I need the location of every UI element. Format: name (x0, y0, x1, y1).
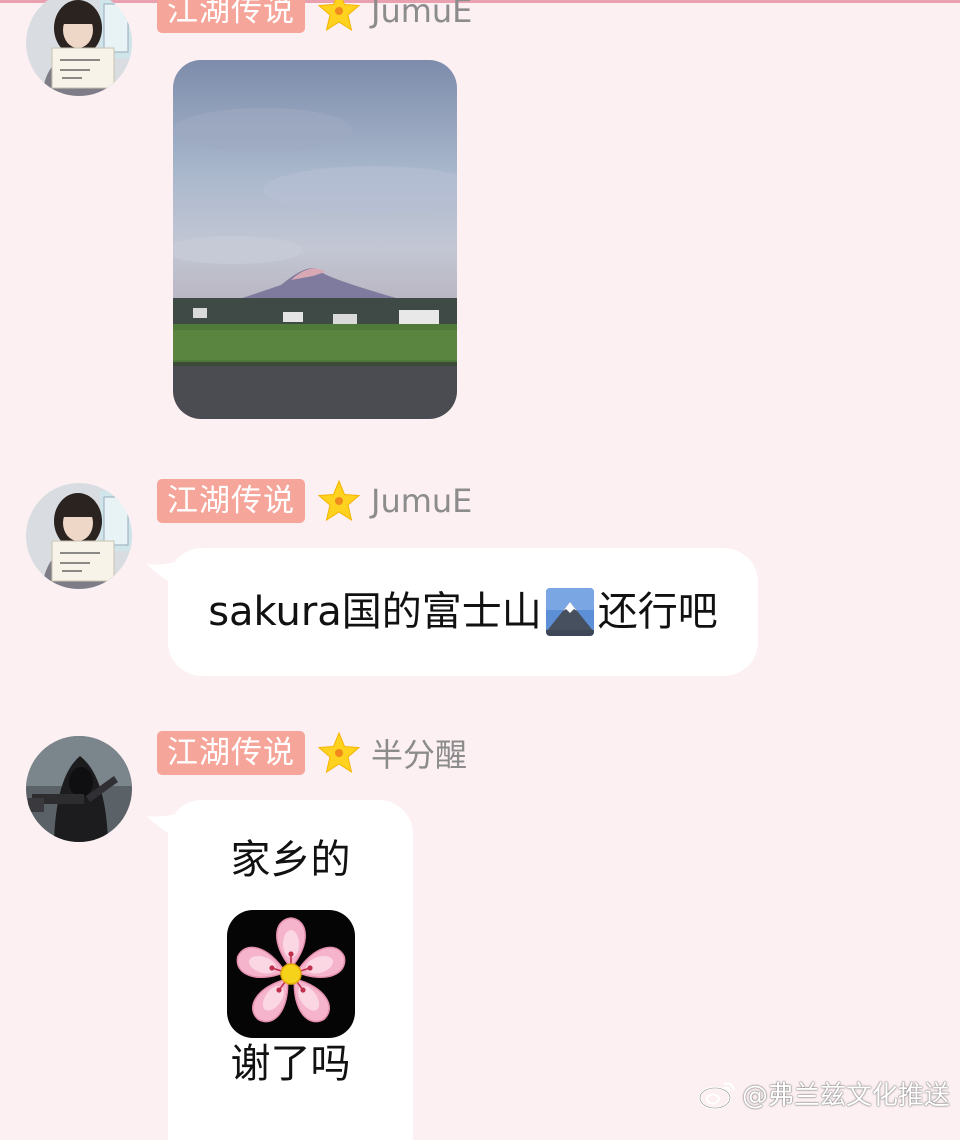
avatar[interactable] (26, 0, 132, 96)
message-line: 家乡的 (230, 837, 351, 883)
star-icon (317, 479, 361, 523)
mount-fuji-emoji (545, 588, 594, 636)
watermark: @弗兰兹文化推送 (698, 1075, 950, 1112)
message-line: 谢了吗 (230, 1041, 351, 1087)
avatar[interactable] (26, 483, 132, 589)
sender-name[interactable]: 半分醒 (371, 730, 467, 776)
star-icon (317, 0, 361, 33)
message-bubble[interactable]: sakura国的富士山 还行吧 (168, 548, 758, 676)
title-badge: 江湖传说 (157, 479, 305, 523)
avatar[interactable] (26, 736, 132, 842)
message-text-part: sakura国的富士山 (208, 589, 542, 635)
message-header: 江湖传说 半分醒 (157, 730, 467, 776)
title-badge: 江湖传说 (157, 731, 305, 775)
mount-fuji-photo[interactable] (173, 60, 457, 419)
weibo-icon (698, 1082, 736, 1109)
message-bubble[interactable]: 家乡的 谢了吗 (168, 800, 413, 1140)
message-text: sakura国的富士山 还行吧 (208, 586, 718, 638)
title-badge: 江湖传说 (157, 0, 305, 33)
cherry-blossom-emoji (227, 910, 355, 1038)
sender-name[interactable]: JumuE (371, 0, 472, 30)
sender-name[interactable]: JumuE (371, 482, 472, 520)
message-text-part: 还行吧 (597, 589, 718, 635)
watermark-text: @弗兰兹文化推送 (741, 1081, 950, 1111)
message-header: 江湖传说 JumuE (157, 478, 472, 524)
message-header: 江湖传说 JumuE (157, 0, 472, 34)
star-icon (317, 731, 361, 775)
top-divider (0, 0, 960, 3)
